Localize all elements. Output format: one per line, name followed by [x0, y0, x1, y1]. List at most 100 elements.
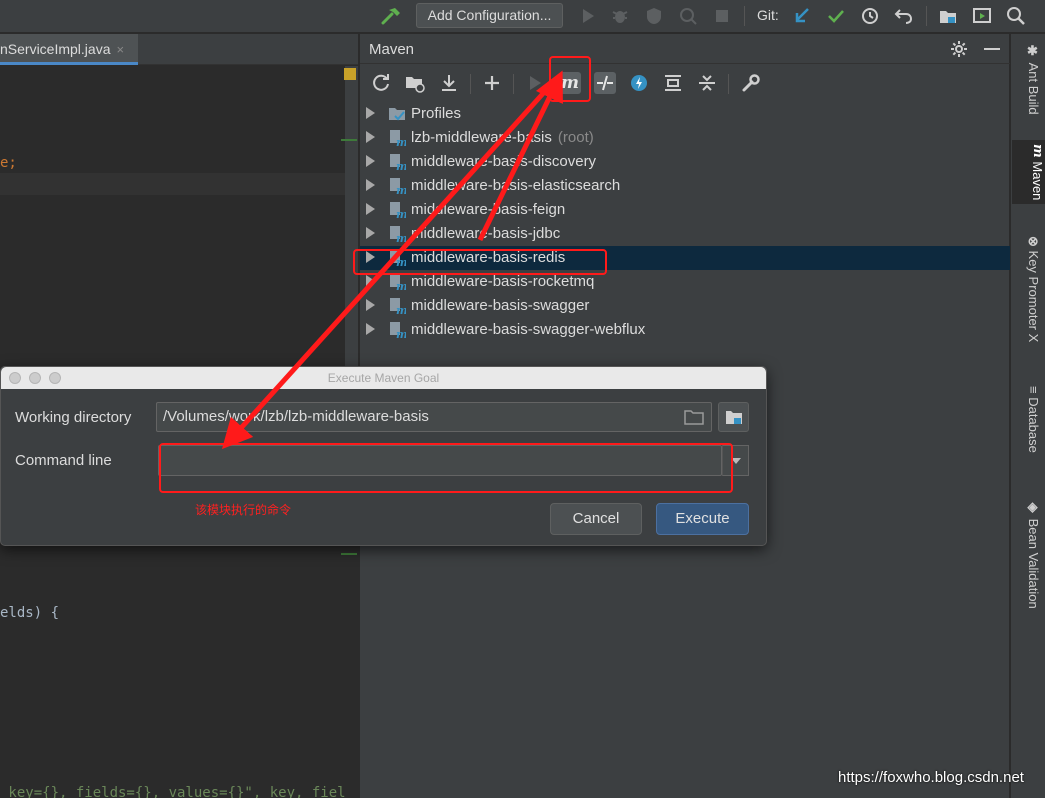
- cancel-button[interactable]: Cancel: [550, 503, 642, 535]
- tab-bean-validation[interactable]: ◈ Bean Validation: [1015, 500, 1041, 609]
- tab-ant-build[interactable]: ✱ Ant Build: [1015, 44, 1041, 115]
- git-label: Git:: [757, 7, 779, 23]
- maven-module-icon: m: [390, 274, 406, 291]
- run-maven-build-icon[interactable]: [524, 72, 546, 94]
- key-promoter-icon: ⊗: [1026, 236, 1041, 247]
- maven-module-icon: m: [390, 322, 406, 339]
- maven-module-icon: m: [390, 298, 406, 315]
- rollback-icon[interactable]: [894, 6, 914, 26]
- module-folder-icon: [726, 411, 742, 424]
- root-suffix: (root): [557, 129, 594, 146]
- expand-arrow-icon[interactable]: [366, 179, 375, 191]
- history-clock-icon[interactable]: [860, 6, 880, 26]
- folder-icon[interactable]: [684, 409, 704, 425]
- maven-header: Maven: [360, 34, 1010, 64]
- expand-arrow-icon[interactable]: [366, 107, 375, 119]
- tab-label: Maven: [1030, 161, 1045, 201]
- generate-sources-icon[interactable]: [404, 72, 426, 94]
- expand-arrow-icon[interactable]: [366, 275, 375, 287]
- expand-arrow-icon[interactable]: [366, 227, 375, 239]
- dialog-titlebar[interactable]: Execute Maven Goal: [1, 367, 766, 389]
- tree-row-module[interactable]: m middleware-basis-jdbc: [360, 222, 1010, 246]
- svg-text:m: m: [396, 304, 406, 315]
- presentation-icon[interactable]: [972, 6, 992, 26]
- git-commit-check-icon[interactable]: [826, 6, 846, 26]
- editor-tab-label: nServiceImpl.java: [0, 41, 111, 57]
- search-icon[interactable]: [1006, 6, 1026, 26]
- expand-arrow-icon[interactable]: [366, 203, 375, 215]
- tree-row-label: middleware-basis-swagger: [411, 297, 590, 314]
- toolbar-separator: [513, 74, 514, 94]
- debug-icon[interactable]: [610, 6, 630, 26]
- build-hammer-icon[interactable]: [380, 6, 402, 26]
- code-line: key={}, fields={}, values={}", key, fiel: [0, 785, 346, 798]
- add-configuration-button[interactable]: Add Configuration...: [416, 3, 563, 28]
- add-icon[interactable]: [481, 72, 503, 94]
- collapse-all-icon[interactable]: [696, 72, 718, 94]
- project-structure-icon[interactable]: [938, 6, 958, 26]
- run-icon[interactable]: [578, 6, 598, 26]
- download-icon[interactable]: [438, 72, 460, 94]
- working-directory-field[interactable]: /Volumes/work/lzb/lzb-middleware-basis: [156, 402, 712, 432]
- tab-label: Key Promoter X: [1026, 250, 1041, 343]
- working-directory-label: Working directory: [15, 409, 132, 426]
- expand-arrow-icon[interactable]: [366, 155, 375, 167]
- expand-arrow-icon[interactable]: [366, 323, 375, 335]
- profiles-icon: [389, 108, 405, 121]
- svg-text:m: m: [396, 136, 406, 147]
- tree-row-label: middleware-basis-feign: [411, 201, 566, 218]
- settings-wrench-icon[interactable]: [740, 72, 762, 94]
- stop-icon[interactable]: [712, 6, 732, 26]
- maven-module-icon: m: [390, 130, 406, 147]
- current-line-highlight: [0, 173, 345, 195]
- maven-title: Maven: [369, 41, 415, 58]
- change-marker: [341, 139, 357, 141]
- gear-icon[interactable]: [950, 40, 968, 58]
- highlight-box-execute-goal: [549, 56, 591, 102]
- command-line-label: Command line: [15, 452, 112, 469]
- tab-maven[interactable]: m Maven: [1012, 140, 1045, 205]
- tab-close-icon[interactable]: ×: [117, 42, 125, 57]
- tab-database[interactable]: ≡ Database: [1015, 386, 1041, 453]
- toggle-offline-mode-icon[interactable]: [594, 72, 616, 94]
- tree-row-label: middleware-basis-discovery: [411, 153, 597, 170]
- coverage-icon[interactable]: [644, 6, 664, 26]
- tab-key-promoter-x[interactable]: ⊗ Key Promoter X: [1015, 236, 1041, 342]
- tree-row-module[interactable]: m middleware-basis-feign: [360, 198, 1010, 222]
- dialog-title: Execute Maven Goal: [327, 371, 440, 385]
- tree-row-module[interactable]: m middleware-basis-discovery: [360, 150, 1010, 174]
- reload-icon[interactable]: [370, 72, 392, 94]
- git-update-icon[interactable]: [792, 6, 812, 26]
- tree-row-module[interactable]: m middleware-basis-swagger-webflux: [360, 318, 1010, 342]
- highlight-box-redis-module: [353, 249, 607, 275]
- expand-arrow-icon[interactable]: [366, 131, 375, 143]
- code-line: elds) {: [0, 605, 60, 621]
- tree-row-module[interactable]: m middleware-basis-swagger: [360, 294, 1010, 318]
- profile-icon[interactable]: [678, 6, 698, 26]
- warning-marker-icon[interactable]: [344, 68, 356, 80]
- tree-row-label: middleware-basis-swagger-webflux: [411, 321, 646, 338]
- svg-text:m: m: [396, 328, 406, 339]
- skip-tests-icon[interactable]: [628, 72, 650, 94]
- tree-row-module[interactable]: m middleware-basis-elasticsearch: [360, 174, 1010, 198]
- right-tool-strip: ✱ Ant Build m Maven ⊗ Key Promoter X ≡ D…: [1010, 34, 1045, 798]
- editor-scrollbar[interactable]: [345, 66, 358, 396]
- highlight-box-command-line: [159, 443, 733, 493]
- tree-row-label: Profiles: [411, 105, 462, 122]
- show-dependencies-icon[interactable]: [662, 72, 684, 94]
- svg-text:m: m: [396, 208, 406, 219]
- tree-row-label: middleware-basis-rocketmq: [411, 273, 595, 290]
- expand-arrow-icon[interactable]: [366, 299, 375, 311]
- tree-row-module[interactable]: m lzb-middleware-basis (root): [360, 126, 1010, 150]
- tree-row-label: middleware-basis-elasticsearch: [411, 177, 621, 194]
- minimize-icon[interactable]: [984, 48, 1000, 50]
- tree-row-profiles[interactable]: Profiles: [360, 102, 1010, 126]
- toolbar-separator: [470, 74, 471, 94]
- execute-button[interactable]: Execute: [656, 503, 749, 535]
- toolbar-separator: [926, 6, 927, 26]
- database-icon: ≡: [1026, 386, 1041, 394]
- tree-row-label: lzb-middleware-basis: [411, 129, 552, 146]
- select-module-button[interactable]: [718, 402, 749, 432]
- editor-tab[interactable]: nServiceImpl.java ×: [0, 34, 138, 65]
- maven-module-icon: m: [390, 154, 406, 171]
